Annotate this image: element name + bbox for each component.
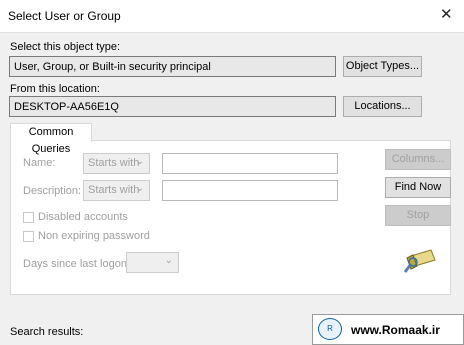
- watermark-text: www.Romaak.ir: [351, 323, 440, 337]
- stop-button[interactable]: Stop: [385, 205, 451, 226]
- object-type-label: Select this object type:: [10, 41, 121, 53]
- locations-button[interactable]: Locations...: [343, 96, 422, 117]
- tab-common-queries[interactable]: Common Queries: [10, 123, 92, 155]
- search-flashlight-icon: [403, 249, 436, 273]
- non-expiring-password-checkbox[interactable]: [23, 231, 34, 242]
- name-mode-value: Starts with: [88, 157, 140, 169]
- close-icon[interactable]: ✕: [440, 7, 453, 22]
- description-input[interactable]: [162, 180, 338, 201]
- description-label: Description:: [23, 185, 82, 197]
- location-label: From this location:: [10, 83, 100, 95]
- chevron-down-icon: ⌄: [135, 183, 144, 194]
- columns-button[interactable]: Columns...: [385, 149, 451, 170]
- find-now-button[interactable]: Find Now: [385, 177, 451, 198]
- name-mode-select: Starts with ⌄: [83, 153, 150, 174]
- non-expiring-password-label: Non expiring password: [38, 230, 150, 242]
- days-since-logon-label: Days since last logon:: [23, 258, 130, 270]
- disabled-accounts-checkbox[interactable]: [23, 212, 34, 223]
- days-since-logon-select: ⌄: [126, 252, 179, 273]
- window-title: Select User or Group: [8, 9, 121, 23]
- watermark: R www.Romaak.ir: [312, 314, 464, 345]
- object-types-button[interactable]: Object Types...: [343, 56, 422, 77]
- title-bar: Select User or Group ✕: [0, 0, 464, 33]
- location-field: DESKTOP-AA56E1Q: [9, 96, 336, 117]
- chevron-down-icon: ⌄: [164, 255, 173, 266]
- search-results-label: Search results:: [10, 326, 84, 338]
- disabled-accounts-label: Disabled accounts: [38, 211, 128, 223]
- name-input[interactable]: [162, 153, 338, 174]
- watermark-logo-icon: R: [318, 318, 342, 340]
- description-mode-value: Starts with: [88, 184, 140, 196]
- object-type-field: User, Group, or Built-in security princi…: [9, 56, 336, 77]
- description-mode-select: Starts with ⌄: [83, 180, 150, 201]
- name-label: Name:: [23, 157, 56, 169]
- chevron-down-icon: ⌄: [135, 156, 144, 167]
